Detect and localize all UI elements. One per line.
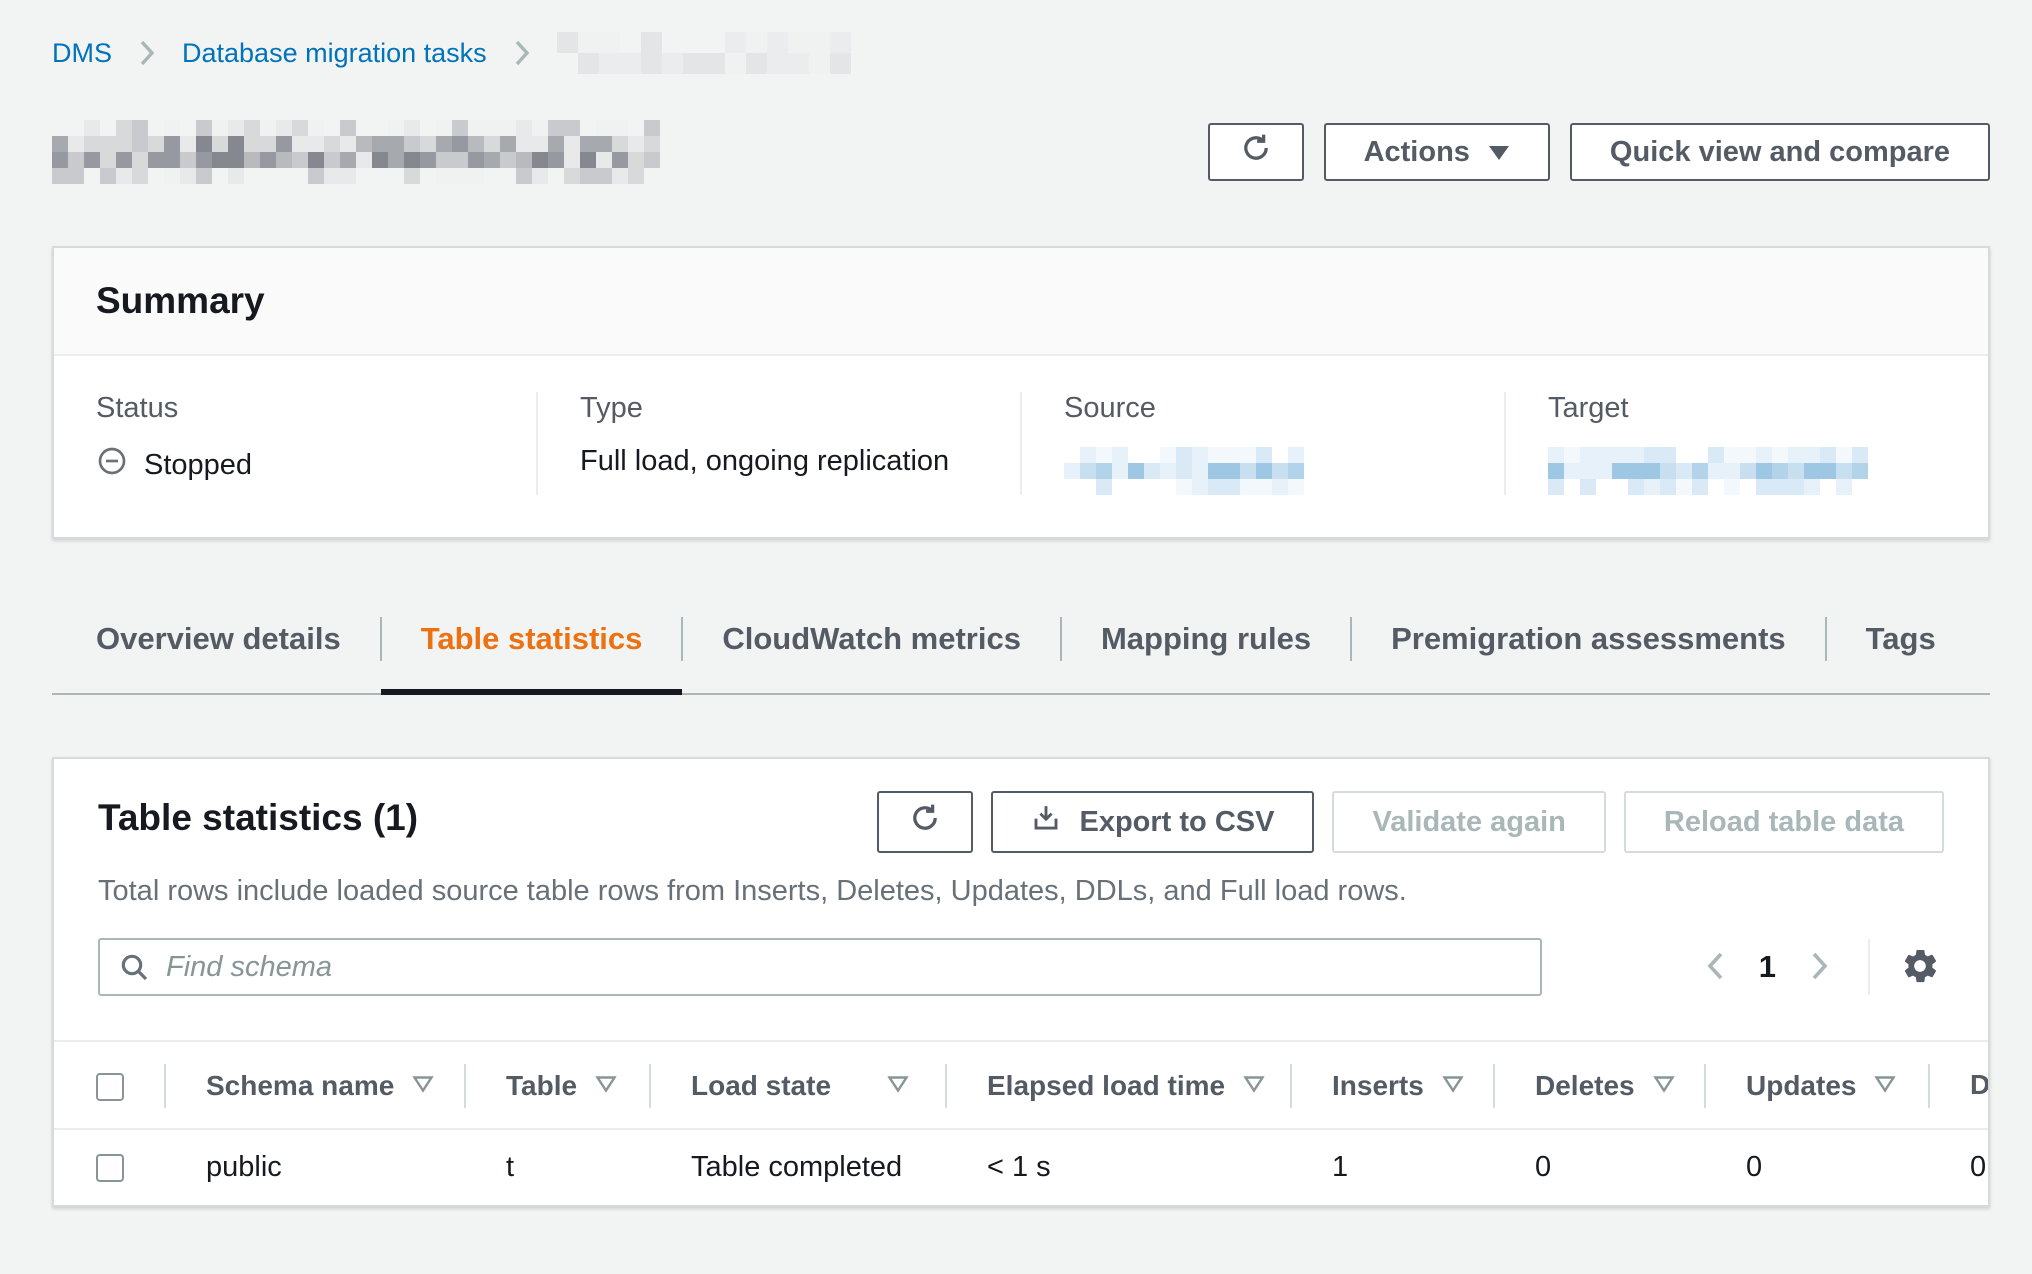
chevron-separator-icon	[138, 38, 156, 68]
cell-elapsed-load-time: < 1 s	[945, 1129, 1290, 1205]
table-statistics-title: Table statistics (1)	[98, 791, 418, 839]
sort-icon	[1874, 1068, 1896, 1099]
source-link-redacted[interactable]	[1064, 447, 1304, 495]
summary-field-source: Source	[1020, 392, 1504, 495]
task-tabs: Overview details Table statistics CloudW…	[52, 601, 1990, 695]
cell-table: t	[464, 1129, 649, 1205]
status-value: Stopped	[144, 449, 252, 482]
statistics-table-container: Schema name Table Load state Elapsed loa…	[54, 1040, 1988, 1205]
sort-icon	[595, 1068, 617, 1099]
source-label: Source	[1064, 392, 1504, 425]
actions-button[interactable]: Actions	[1324, 123, 1550, 181]
table-row: public t Table completed < 1 s 1 0 0 0	[54, 1129, 1988, 1205]
summary-field-status: Status Stopped	[54, 392, 536, 495]
cell-inserts: 1	[1290, 1129, 1493, 1205]
breadcrumb: DMS Database migration tasks	[52, 30, 1990, 76]
current-page-number[interactable]: 1	[1759, 949, 1776, 985]
target-link-redacted[interactable]	[1548, 447, 1868, 495]
statistics-table: Schema name Table Load state Elapsed loa…	[54, 1040, 1988, 1205]
preferences-button[interactable]	[1896, 942, 1944, 993]
column-header-clipped[interactable]: D	[1928, 1041, 1988, 1129]
column-header-schema-name[interactable]: Schema name	[164, 1041, 464, 1129]
schema-search	[98, 938, 1542, 996]
table-toolbar: 1	[98, 938, 1944, 996]
table-header-row: Schema name Table Load state Elapsed loa…	[54, 1041, 1988, 1129]
table-refresh-button[interactable]	[877, 791, 973, 853]
sort-icon	[412, 1068, 434, 1099]
cell-deletes: 0	[1493, 1129, 1704, 1205]
tab-tags[interactable]: Tags	[1826, 601, 1976, 693]
summary-panel: Summary Status Stopped Type Full load, o…	[52, 246, 1990, 539]
chevron-separator-icon	[513, 38, 531, 68]
row-checkbox[interactable]	[96, 1154, 124, 1182]
next-page-button[interactable]	[1802, 943, 1838, 992]
summary-field-type: Type Full load, ongoing replication	[536, 392, 1020, 495]
summary-panel-header: Summary	[54, 248, 1988, 356]
column-header-deletes[interactable]: Deletes	[1493, 1041, 1704, 1129]
search-input[interactable]	[98, 938, 1542, 996]
pagination: 1	[1697, 939, 1944, 995]
summary-body: Status Stopped Type Full load, ongoing r…	[54, 356, 1988, 537]
column-header-load-state[interactable]: Load state	[649, 1041, 945, 1129]
select-all-checkbox[interactable]	[96, 1073, 124, 1101]
tab-table-statistics[interactable]: Table statistics	[381, 601, 683, 693]
target-label: Target	[1548, 392, 1988, 425]
reload-table-data-button[interactable]: Reload table data	[1624, 791, 1944, 853]
page-header: Actions Quick view and compare	[52, 120, 1990, 184]
breadcrumb-link-dms[interactable]: DMS	[52, 38, 112, 69]
column-header-inserts[interactable]: Inserts	[1290, 1041, 1493, 1129]
validate-again-label: Validate again	[1372, 806, 1565, 839]
export-icon	[1031, 803, 1061, 841]
toolbar-divider	[1868, 939, 1870, 995]
reload-table-data-label: Reload table data	[1664, 806, 1904, 839]
sort-icon	[1442, 1068, 1464, 1099]
header-actions: Actions Quick view and compare	[1208, 123, 1990, 181]
table-panel-head: Table statistics (1)	[54, 759, 1988, 996]
tab-overview-details[interactable]: Overview details	[52, 601, 381, 693]
previous-page-button[interactable]	[1697, 943, 1733, 992]
select-all-header	[54, 1041, 164, 1129]
tab-cloudwatch-metrics[interactable]: CloudWatch metrics	[682, 601, 1061, 693]
sort-icon	[887, 1068, 909, 1099]
chevron-right-icon	[1808, 949, 1832, 986]
table-statistics-panel: Table statistics (1)	[52, 757, 1990, 1207]
dms-task-page: DMS Database migration tasks Actions	[0, 0, 2032, 1207]
column-header-updates[interactable]: Updates	[1704, 1041, 1928, 1129]
status-label: Status	[96, 392, 536, 425]
task-name-redacted	[52, 120, 660, 184]
sort-icon	[1653, 1068, 1675, 1099]
breadcrumb-current-redacted	[557, 32, 851, 74]
breadcrumb-link-tasks[interactable]: Database migration tasks	[182, 38, 487, 69]
cell-schema-name: public	[164, 1129, 464, 1205]
stopped-icon	[96, 445, 128, 485]
export-csv-label: Export to CSV	[1079, 806, 1274, 839]
refresh-icon	[908, 801, 942, 843]
sort-icon	[1243, 1068, 1265, 1099]
column-header-elapsed-load-time[interactable]: Elapsed load time	[945, 1041, 1290, 1129]
refresh-icon	[1239, 131, 1273, 173]
actions-button-label: Actions	[1364, 136, 1470, 169]
type-label: Type	[580, 392, 1020, 425]
caret-down-icon	[1488, 136, 1510, 169]
cell-load-state: Table completed	[649, 1129, 945, 1205]
refresh-button[interactable]	[1208, 123, 1304, 181]
tab-mapping-rules[interactable]: Mapping rules	[1061, 601, 1351, 693]
type-value: Full load, ongoing replication	[580, 445, 949, 478]
table-panel-actions: Export to CSV Validate again Reload tabl…	[877, 791, 1944, 853]
table-statistics-description: Total rows include loaded source table r…	[98, 875, 1944, 908]
summary-title: Summary	[96, 280, 1946, 322]
export-csv-button[interactable]: Export to CSV	[991, 791, 1314, 853]
summary-field-target: Target	[1504, 392, 1988, 495]
tab-premigration-assessments[interactable]: Premigration assessments	[1351, 601, 1826, 693]
quick-view-label: Quick view and compare	[1610, 136, 1950, 169]
cell-clipped: 0	[1928, 1129, 1988, 1205]
gear-icon	[1900, 946, 1940, 989]
cell-updates: 0	[1704, 1129, 1928, 1205]
column-header-table[interactable]: Table	[464, 1041, 649, 1129]
validate-again-button[interactable]: Validate again	[1332, 791, 1605, 853]
quick-view-compare-button[interactable]: Quick view and compare	[1570, 123, 1990, 181]
chevron-left-icon	[1703, 949, 1727, 986]
row-select-cell	[54, 1129, 164, 1205]
